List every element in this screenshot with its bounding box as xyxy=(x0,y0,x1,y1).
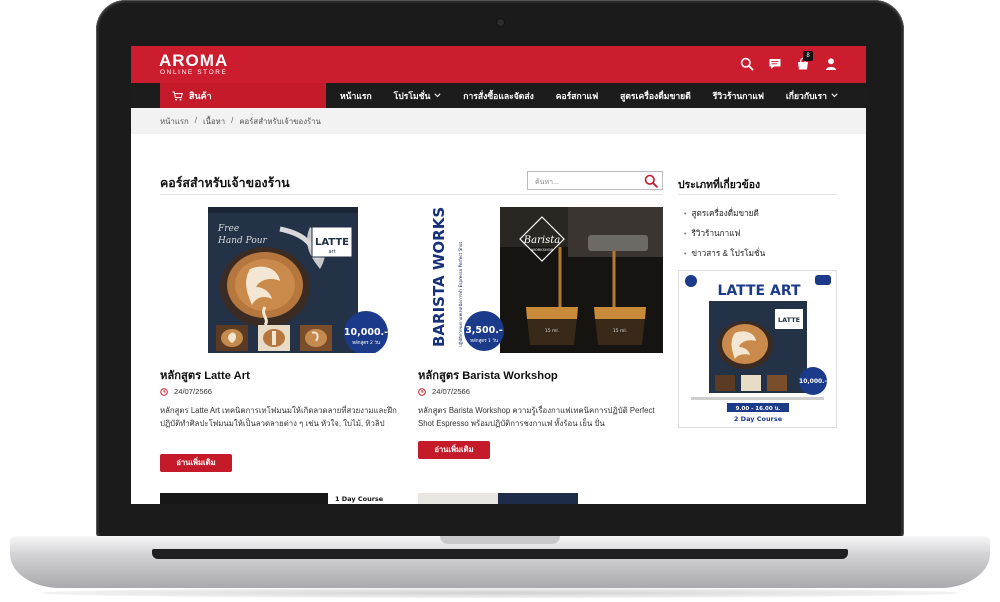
cart-icon[interactable]: 8 xyxy=(796,51,813,71)
brand-tagline: ONLINE STORE xyxy=(160,69,228,76)
laptop-keyboard-edge xyxy=(152,549,848,559)
clock-icon xyxy=(418,387,426,396)
course-date: 24/07/2566 xyxy=(418,387,470,396)
svg-text:LATTE: LATTE xyxy=(315,237,349,248)
svg-text:ปฏิบัติการชงกาแฟเทคนิคการทำ Es: ปฏิบัติการชงกาแฟเทคนิคการทำ Espresso Per… xyxy=(458,242,463,347)
cart-count-badge: 8 xyxy=(803,51,813,61)
nav-item-label: หน้าแรก xyxy=(340,90,372,101)
nav-items: หน้าแรก โปรโมชั่น การสั่งซื้อและจัดส่ง ค… xyxy=(326,83,838,108)
nav-item-label: การสั่งซื้อและจัดส่ง xyxy=(463,90,534,101)
nav-item-about[interactable]: เกี่ยวกับเรา xyxy=(786,89,838,103)
svg-text:3,500.-: 3,500.- xyxy=(465,325,503,336)
course-date: 24/07/2566 xyxy=(160,387,212,396)
sidebar-promo-banner[interactable]: LATTE ART LATTE 10,000.- 9.00 - 16.00 น.… xyxy=(678,270,837,428)
sidebar-item-best-recipes[interactable]: สูตรเครื่องดื่มขายดี xyxy=(684,204,765,224)
read-more-button[interactable]: อ่านเพิ่มเติม xyxy=(418,441,490,459)
nav-item-label: เกี่ยวกับเรา xyxy=(785,90,827,101)
course-card-preview[interactable]: 1 Day Course xyxy=(160,492,405,504)
image-script-text: Free xyxy=(217,224,239,234)
svg-text:2 Day Course: 2 Day Course xyxy=(734,415,783,423)
search-input[interactable]: ค้นหา... xyxy=(527,171,663,190)
products-menu-button[interactable]: สินค้า xyxy=(160,83,326,108)
browser-screen: AROMA ONLINE STORE 8 สินค้า หน้าแรก โปรโ… xyxy=(131,46,866,504)
user-icon[interactable] xyxy=(824,57,838,71)
main-nav: สินค้า หน้าแรก โปรโมชั่น การสั่งซื้อและจ… xyxy=(131,83,866,108)
search-icon[interactable] xyxy=(644,174,658,188)
nav-item-label: โปรโมชั่น xyxy=(393,90,431,101)
search-placeholder: ค้นหา... xyxy=(535,179,559,186)
nav-item-label: สูตรเครื่องดื่มขายดี xyxy=(620,90,691,101)
nav-item-best-recipes[interactable]: สูตรเครื่องดื่มขายดี xyxy=(620,89,691,103)
top-bar: AROMA ONLINE STORE 8 xyxy=(131,46,866,83)
breadcrumb-home[interactable]: หน้าแรก xyxy=(160,116,189,128)
nav-item-label: รีวิวร้านกาแฟ xyxy=(712,90,764,101)
course-description: หลักสูตร Latte Art เทคนิคการเทโฟมนมให้เก… xyxy=(160,406,397,428)
svg-text:9.00 - 16.00 น.: 9.00 - 16.00 น. xyxy=(736,405,781,412)
svg-text:WORKSHOP: WORKSHOP xyxy=(531,248,553,252)
laptop-notch xyxy=(440,536,560,544)
breadcrumb-separator: / xyxy=(231,116,234,125)
svg-text:15 ml.: 15 ml. xyxy=(613,328,627,334)
nav-item-ordering[interactable]: การสั่งซื้อและจัดส่ง xyxy=(463,89,534,103)
page-title: คอร์สสำหรับเจ้าของร้าน xyxy=(160,176,290,190)
course-image-barista-workshop[interactable]: 15 ml. 15 ml. Barista WORKSHOP BARISTA W… xyxy=(418,207,663,353)
search-icon[interactable] xyxy=(740,57,754,71)
brand-name: AROMA xyxy=(159,51,229,70)
svg-text:Barista: Barista xyxy=(523,235,560,246)
lower-course-label: 1 Day Course xyxy=(335,495,384,503)
course-date-text: 24/07/2566 xyxy=(432,387,471,396)
course-title[interactable]: หลักสูตร Latte Art xyxy=(160,366,250,384)
svg-text:หลักสูตร 2 วัน: หลักสูตร 2 วัน xyxy=(352,340,380,346)
course-date-text: 24/07/2566 xyxy=(174,387,213,396)
header-icons: 8 xyxy=(740,51,838,71)
nav-item-coffee-course[interactable]: คอร์สกาแฟ xyxy=(556,89,598,103)
laptop-mockup: AROMA ONLINE STORE 8 สินค้า หน้าแรก โปรโ… xyxy=(0,0,1000,602)
chevron-down-icon xyxy=(831,93,838,98)
clock-icon xyxy=(160,387,168,396)
course-title[interactable]: หลักสูตร Barista Workshop xyxy=(418,366,558,384)
svg-text:Hand Pour: Hand Pour xyxy=(217,236,268,246)
course-card-preview[interactable] xyxy=(418,492,663,504)
nav-item-home[interactable]: หน้าแรก xyxy=(340,89,372,103)
breadcrumb: หน้าแรก / เนื้อหา / คอร์สสำหรับเจ้าของร้… xyxy=(160,116,321,128)
sidebar-item-news-promotion[interactable]: ข่าวสาร & โปรโมชั่น xyxy=(684,244,765,264)
sidebar-divider xyxy=(678,194,837,195)
brand-logo[interactable]: AROMA ONLINE STORE xyxy=(159,52,228,77)
svg-text:LATTE ART: LATTE ART xyxy=(717,283,801,299)
svg-text:10,000.-: 10,000.- xyxy=(344,327,388,338)
breadcrumb-current: คอร์สสำหรับเจ้าของร้าน xyxy=(239,117,321,126)
products-label: สินค้า xyxy=(189,90,212,101)
nav-item-promotion[interactable]: โปรโมชั่น xyxy=(394,89,442,103)
svg-text:art: art xyxy=(328,249,335,255)
laptop-shadow xyxy=(40,588,960,598)
svg-text:BARISTA WORKSHOP: BARISTA WORKSHOP xyxy=(430,207,448,347)
nav-item-label: คอร์สกาแฟ xyxy=(555,90,599,101)
sidebar-category-list: สูตรเครื่องดื่มขายดี รีวิวร้านกาแฟ ข่าวส… xyxy=(684,204,765,264)
svg-text:LATTE: LATTE xyxy=(778,316,800,324)
breadcrumb-separator: / xyxy=(194,116,197,125)
breadcrumb-content[interactable]: เนื้อหา xyxy=(203,116,225,128)
breadcrumb-bar: หน้าแรก / เนื้อหา / คอร์สสำหรับเจ้าของร้… xyxy=(131,108,866,134)
course-image-latte-art[interactable]: Free Hand Pour LATTE art 10,000.- หลักสู… xyxy=(160,207,405,353)
nav-item-cafe-review[interactable]: รีวิวร้านกาแฟ xyxy=(713,89,764,103)
read-more-button[interactable]: อ่านเพิ่มเติม xyxy=(160,454,232,472)
chat-icon[interactable] xyxy=(768,57,782,71)
svg-text:15 ml.: 15 ml. xyxy=(545,328,559,334)
svg-text:10,000.-: 10,000.- xyxy=(799,378,827,385)
svg-text:หลักสูตร 1 วัน: หลักสูตร 1 วัน xyxy=(470,338,498,344)
title-divider xyxy=(160,194,663,195)
sidebar-title: ประเภทที่เกี่ยวข้อง xyxy=(678,180,761,191)
course-description: หลักสูตร Barista Workshop ความรู้เรื่องก… xyxy=(418,406,655,428)
chevron-down-icon xyxy=(434,93,441,98)
cart-outline-icon xyxy=(172,91,183,100)
camera-icon xyxy=(497,19,504,26)
sidebar-item-cafe-review[interactable]: รีวิวร้านกาแฟ xyxy=(684,224,765,244)
